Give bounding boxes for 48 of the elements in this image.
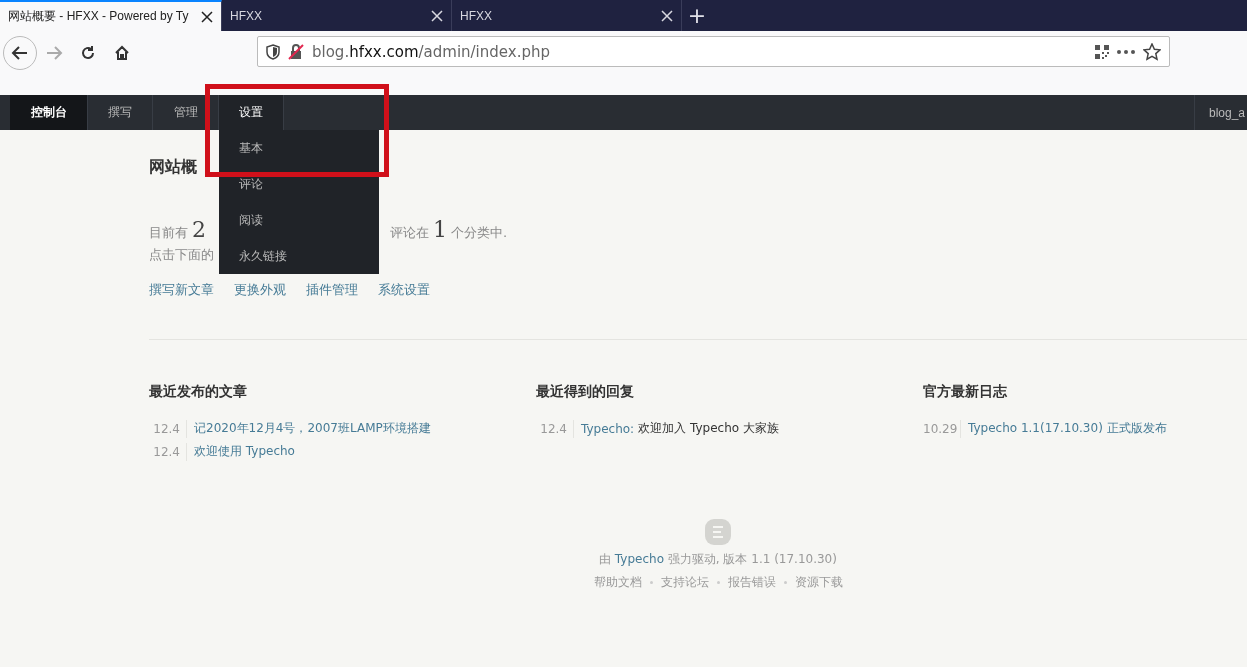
new-tab-button[interactable]: +: [682, 0, 712, 31]
nav-item[interactable]: 撰写: [88, 95, 153, 130]
dropdown-item[interactable]: 永久链接: [219, 238, 379, 274]
page-title: 网站概: [149, 157, 198, 177]
address-bar[interactable]: blog.hfxx.com/admin/index.php: [257, 36, 1170, 67]
back-arrow-icon[interactable]: [11, 44, 29, 62]
section-title: 官方最新日志: [923, 383, 1008, 401]
quick-link[interactable]: 插件管理: [306, 281, 358, 299]
quick-link[interactable]: 撰写新文章: [149, 281, 214, 299]
user-link[interactable]: blog_a: [1193, 95, 1247, 130]
post-link[interactable]: Typecho:: [581, 421, 635, 436]
date-text: 10.29: [923, 419, 961, 438]
qr-code-icon[interactable]: [1095, 44, 1109, 59]
stats-text: 目前有: [149, 224, 188, 242]
back-button[interactable]: [3, 36, 37, 70]
section-title: 最近发布的文章: [149, 383, 248, 401]
stats-text: 个分类中.: [451, 224, 508, 242]
stat-number: 2: [192, 217, 206, 242]
stats-text: 评论在: [390, 224, 429, 242]
post-link[interactable]: 欢迎使用 Typecho: [194, 443, 295, 460]
post-link[interactable]: Typecho 1.1(17.10.30) 正式版发布: [968, 420, 1167, 437]
post-link[interactable]: 记2020年12月4号，2007班LAMP环境搭建: [194, 420, 431, 437]
browser-tab[interactable]: 网站概要 - HFXX - Powered by Ty: [0, 0, 222, 31]
more-icon[interactable]: [1117, 49, 1135, 54]
hint-text: 点击下面的: [149, 246, 214, 264]
comment-text: 欢迎加入 Typecho 大家族: [638, 420, 779, 437]
nav-item[interactable]: 控制台: [10, 95, 88, 130]
typecho-link[interactable]: Typecho: [614, 552, 664, 566]
shield-icon[interactable]: [266, 43, 280, 60]
reload-icon[interactable]: [80, 45, 96, 61]
credit-text: 由 Typecho 强力驱动, 版本 1.1 (17.10.30): [599, 551, 837, 568]
date-text: 12.4: [536, 419, 574, 438]
stat-number: 1: [433, 217, 447, 242]
section-title: 最近得到的回复: [536, 383, 635, 401]
dropdown-item[interactable]: 基本: [219, 130, 379, 166]
date-text: 12.4: [149, 419, 187, 438]
nav-item[interactable]: 设置: [219, 95, 284, 130]
quick-link[interactable]: 更换外观: [234, 281, 286, 299]
dropdown-item[interactable]: 阅读: [219, 202, 379, 238]
home-icon[interactable]: [114, 45, 130, 61]
quick-link[interactable]: 系统设置: [378, 281, 430, 299]
date-text: 12.4: [149, 442, 187, 461]
insecure-lock-icon[interactable]: [288, 43, 304, 60]
logo-icon: [705, 519, 731, 545]
bookmark-star-icon[interactable]: [1143, 42, 1161, 61]
dropdown-item[interactable]: 评论: [219, 166, 379, 202]
close-icon[interactable]: [201, 10, 213, 23]
url-text: blog.hfxx.com/admin/index.php: [312, 42, 551, 61]
